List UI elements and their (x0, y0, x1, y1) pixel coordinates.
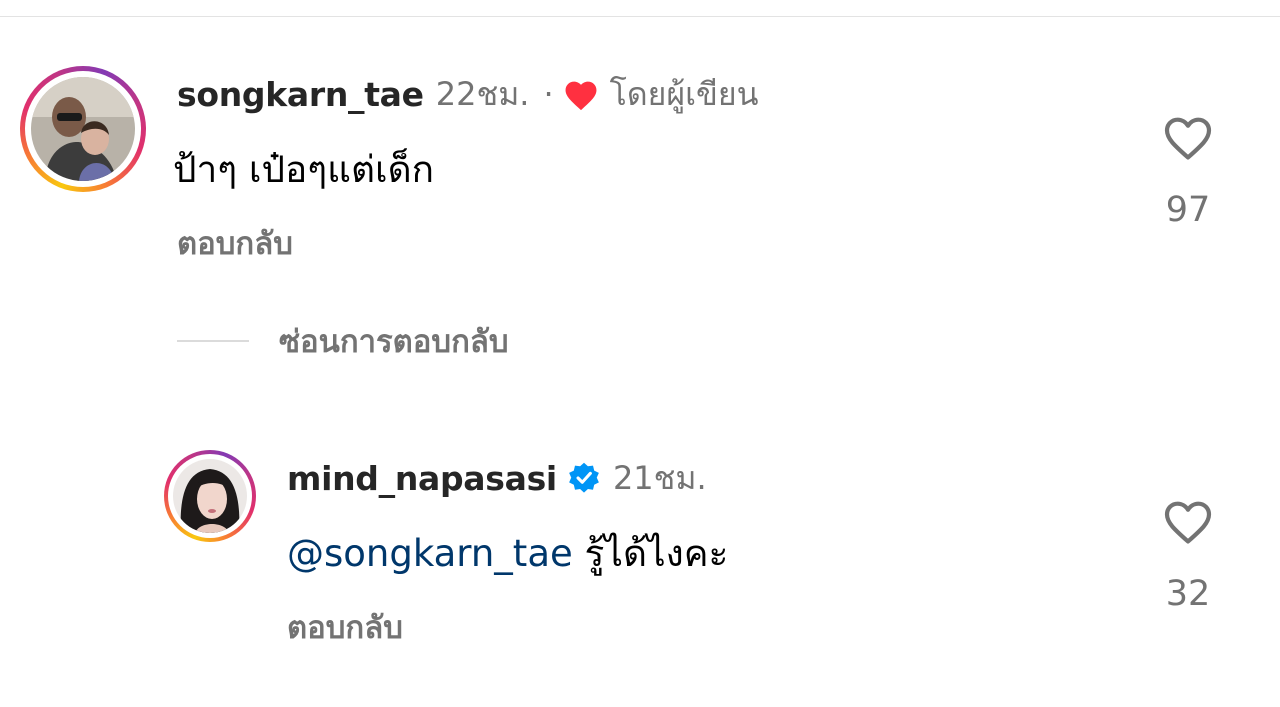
comment-header: songkarn_tae 22ชม. · โดยผู้เขียน (177, 72, 759, 116)
reply-button[interactable]: ตอบกลับ (177, 218, 293, 268)
reply-username[interactable]: mind_napasasi (287, 459, 557, 498)
verified-badge-icon (567, 461, 601, 495)
avatar-photo (31, 77, 135, 181)
avatar[interactable] (20, 66, 146, 192)
hide-replies-line (177, 340, 249, 342)
top-divider (0, 16, 1280, 17)
hide-replies-toggle[interactable]: ซ่อนการตอบกลับ (177, 316, 509, 366)
heart-filled-icon (562, 77, 600, 111)
reply-header: mind_napasasi 21ชม. (287, 456, 707, 500)
meta-separator: · (543, 75, 554, 113)
reply-body-text: รู้ได้ไงคะ (584, 532, 729, 575)
reply-text: @songkarn_tae รู้ได้ไงคะ (287, 524, 728, 583)
hide-replies-label[interactable]: ซ่อนการตอบกลับ (279, 316, 509, 366)
comment-time: 22ชม. (435, 74, 530, 113)
like-count: 97 (1165, 190, 1211, 230)
heart-outline-icon[interactable] (1160, 494, 1216, 546)
reply-time: 21ชม. (612, 458, 707, 497)
comment-text: ป้าๆ เป๋อๆแต่เด็ก (173, 148, 435, 191)
heart-outline-icon[interactable] (1160, 110, 1216, 162)
avatar-photo (173, 459, 247, 533)
avatar[interactable] (164, 450, 256, 542)
mention-link[interactable]: @songkarn_tae (287, 532, 573, 575)
like-count: 32 (1165, 574, 1211, 614)
liked-by-author-label: โดยผู้เขียน (609, 74, 759, 113)
reply-button[interactable]: ตอบกลับ (287, 602, 403, 652)
comment-username[interactable]: songkarn_tae (177, 75, 424, 114)
